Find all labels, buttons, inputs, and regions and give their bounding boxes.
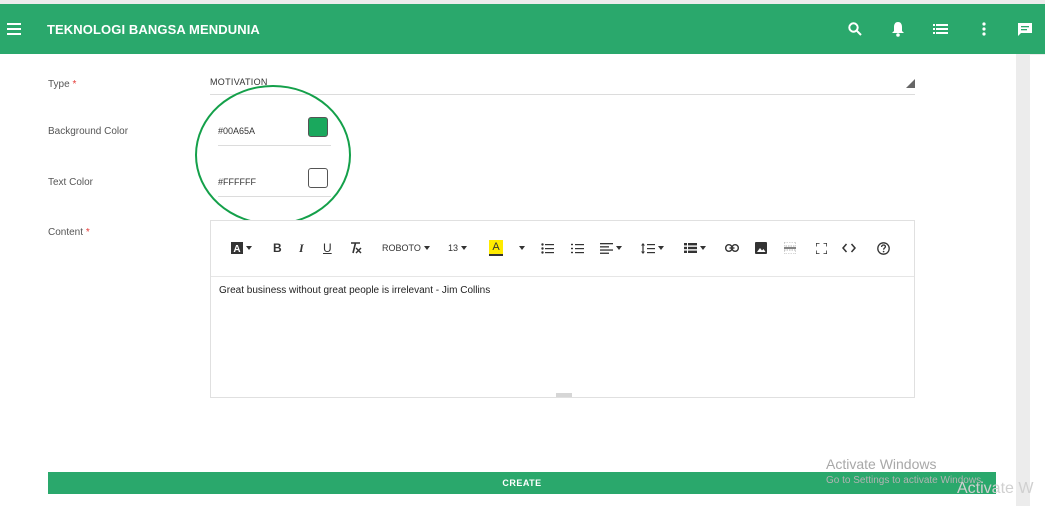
text-style-icon: A (231, 242, 243, 254)
menu-icon (7, 23, 21, 35)
line-height-icon (641, 242, 655, 254)
text-color-label: Text Color (48, 177, 94, 188)
svg-text:A: A (233, 244, 240, 254)
type-label: Type * (48, 79, 76, 90)
watermark-title: Activate Windows (826, 456, 937, 472)
align-left-icon (600, 242, 613, 254)
code-view-button[interactable] (842, 239, 856, 257)
background-color-label: Background Color (48, 126, 129, 137)
code-icon (842, 243, 856, 253)
caret-down-icon (246, 246, 252, 250)
table-dropdown[interactable] (684, 239, 706, 257)
font-family-dropdown[interactable]: ROBOTO (382, 239, 430, 257)
app-bar: TEKNOLOGI BANGSA MENDUNIA (0, 4, 1045, 54)
search-button[interactable] (833, 4, 876, 54)
help-button[interactable] (877, 239, 890, 257)
caret-down-icon (461, 246, 468, 250)
font-family-value: ROBOTO (382, 243, 421, 253)
chat-button[interactable] (1005, 4, 1045, 54)
watermark-ghost: Activate W (957, 480, 1034, 497)
horizontal-rule-icon (784, 242, 796, 254)
list-button[interactable] (919, 4, 962, 54)
bell-icon (891, 22, 904, 37)
italic-button[interactable]: I (299, 239, 304, 257)
paragraph-align-dropdown[interactable] (600, 239, 622, 257)
menu-button[interactable] (0, 4, 28, 54)
caret-down-icon (700, 246, 706, 250)
fullscreen-icon (816, 242, 827, 254)
numbered-list-icon (571, 243, 584, 253)
annotation-circle (195, 85, 351, 225)
clear-format-icon (351, 242, 362, 254)
notifications-button[interactable] (876, 4, 919, 54)
fullscreen-button[interactable] (816, 239, 827, 257)
highlight-letter: A (489, 240, 503, 256)
line-height-dropdown[interactable] (641, 239, 664, 257)
content-required-mark: * (85, 227, 90, 238)
color-dropdown-button[interactable] (516, 239, 525, 257)
search-icon (847, 22, 862, 36)
unordered-list-button[interactable] (541, 239, 554, 257)
caret-down-icon (519, 246, 525, 250)
image-icon (755, 242, 767, 254)
help-icon (877, 241, 890, 255)
header-actions (833, 4, 1045, 54)
list-icon (933, 24, 948, 34)
editor-resize-handle[interactable] (556, 393, 572, 397)
caret-down-icon (658, 246, 664, 250)
scrollbar[interactable] (1030, 55, 1045, 506)
highlight-color-button[interactable]: A (489, 239, 503, 257)
style-button[interactable]: A (231, 239, 252, 257)
bullet-list-icon (541, 242, 554, 254)
table-list-icon (684, 243, 697, 253)
type-label-text: Type (48, 79, 70, 90)
more-button[interactable] (962, 4, 1005, 54)
chat-icon (1018, 22, 1032, 36)
more-vert-icon (981, 22, 986, 36)
link-icon (725, 244, 739, 252)
editor-toolbar: A B I U ROBOTO 13 A (211, 221, 914, 277)
font-size-value: 13 (448, 243, 459, 253)
type-select[interactable]: MOTIVATION (210, 74, 915, 95)
caret-down-icon (616, 246, 622, 250)
underline-button[interactable]: U (323, 239, 332, 257)
editor-content[interactable]: Great business without great people is i… (219, 285, 490, 296)
content-label-text: Content (48, 227, 84, 238)
content-label: Content * (48, 227, 90, 238)
bold-button[interactable]: B (273, 239, 282, 257)
app-title: TEKNOLOGI BANGSA MENDUNIA (47, 21, 260, 37)
hr-button[interactable] (784, 239, 796, 257)
clear-format-button[interactable] (349, 239, 362, 257)
type-required-mark: * (72, 79, 77, 90)
caret-down-icon (423, 246, 430, 250)
link-button[interactable] (725, 239, 739, 257)
dropdown-arrow-icon (906, 79, 915, 88)
font-size-dropdown[interactable]: 13 (448, 239, 468, 257)
rich-text-editor: A B I U ROBOTO 13 A Great business witho… (210, 220, 915, 398)
ordered-list-button[interactable] (571, 239, 584, 257)
image-button[interactable] (755, 239, 767, 257)
